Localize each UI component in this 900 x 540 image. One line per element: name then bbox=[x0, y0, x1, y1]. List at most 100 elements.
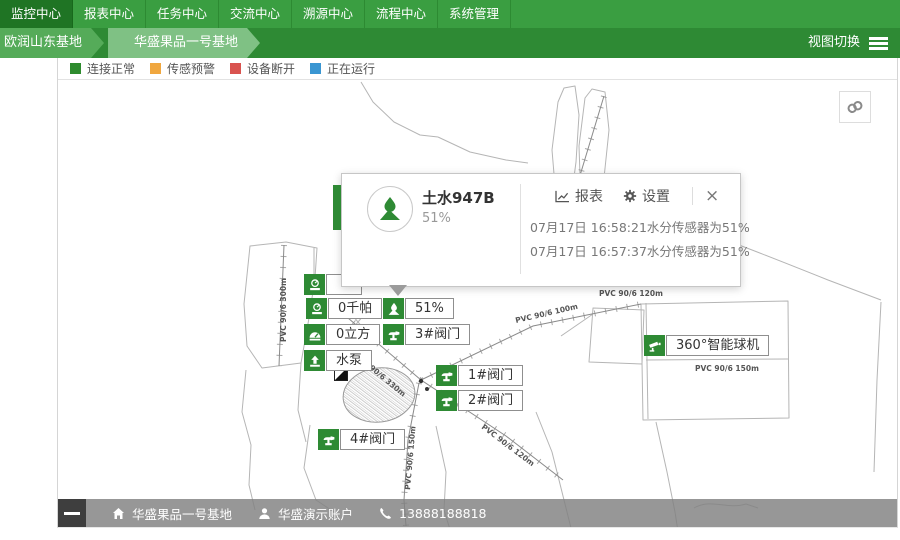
footer-phone-label: 13888188818 bbox=[399, 506, 486, 521]
app-window: 监控中心报表中心任务中心交流中心溯源中心流程中心系统管理 欧润山东基地华盛果品一… bbox=[0, 0, 900, 540]
gear-icon bbox=[623, 189, 637, 203]
breadcrumb-item[interactable]: 华盛果品一号基地 bbox=[108, 28, 260, 58]
valve4-marker[interactable]: 4#阀门 bbox=[318, 429, 405, 450]
top-nav: 监控中心报表中心任务中心交流中心溯源中心流程中心系统管理 bbox=[0, 0, 900, 28]
sensor-log-list: 07月17日 16:58:21水分传感器为51%07月17日 16:57:37水… bbox=[530, 216, 750, 264]
popup-callout-arrow bbox=[389, 285, 407, 296]
close-icon[interactable]: × bbox=[705, 187, 719, 205]
valve2-marker[interactable]: 2#阀门 bbox=[436, 390, 523, 411]
pressure-gauge-icon bbox=[304, 274, 325, 295]
pipe-label: PVC 90/6 150m bbox=[695, 364, 759, 373]
actions-divider bbox=[692, 187, 693, 205]
marker-label: 1#阀门 bbox=[458, 365, 523, 386]
pressure-marker[interactable]: 0千帕 bbox=[306, 298, 382, 319]
valve1-marker[interactable]: 1#阀门 bbox=[436, 365, 523, 386]
soil-moisture-icon bbox=[367, 186, 413, 232]
popup-actions: 报表 设置 × bbox=[555, 186, 719, 206]
status-color-swatch bbox=[310, 63, 321, 74]
valve-icon bbox=[436, 365, 457, 386]
home-icon bbox=[112, 507, 125, 520]
legend-label: 传感预警 bbox=[167, 60, 215, 77]
status-legend: 连接正常 传感预警 设备断开 正在运行 bbox=[58, 58, 897, 80]
device-value: 51% bbox=[422, 211, 451, 226]
breadcrumb-item[interactable]: 欧润山东基地 bbox=[0, 28, 104, 58]
user-icon bbox=[258, 507, 271, 520]
chart-icon bbox=[555, 190, 570, 203]
legend-item: 设备断开 bbox=[230, 60, 295, 77]
menu-icon[interactable] bbox=[869, 37, 888, 52]
footer-bar: 华盛果品一号基地 华盛演示账户 13888188818 bbox=[58, 499, 897, 527]
legend-item: 连接正常 bbox=[70, 60, 135, 77]
pipe-junction bbox=[419, 379, 423, 383]
map-area[interactable]: PVC 90/6 300mPVC 90/6 330mPVC 90/6 100mP… bbox=[58, 80, 897, 527]
status-color-swatch bbox=[150, 63, 161, 74]
status-color-swatch bbox=[70, 63, 81, 74]
footer-base-label: 华盛果品一号基地 bbox=[132, 504, 232, 523]
field-map-canvas[interactable]: PVC 90/6 300mPVC 90/6 330mPVC 90/6 100mP… bbox=[58, 80, 897, 527]
link-button[interactable] bbox=[839, 91, 871, 123]
sensor-log-entry: 07月17日 16:57:37水分传感器为51% bbox=[530, 240, 750, 264]
camera-marker[interactable]: 360°智能球机 bbox=[644, 335, 769, 356]
status-color-swatch bbox=[230, 63, 241, 74]
legend-label: 正在运行 bbox=[327, 60, 375, 77]
marker-label: 3#阀门 bbox=[405, 324, 470, 345]
popup-accent-bar bbox=[333, 185, 341, 230]
pipe-label: PVC 90/6 120m bbox=[599, 289, 663, 298]
pipe-label: PVC 90/6 150m bbox=[403, 426, 418, 491]
pipe-junction bbox=[425, 387, 429, 391]
collapse-button[interactable] bbox=[58, 499, 86, 527]
valve-icon bbox=[383, 324, 404, 345]
nav-tab[interactable]: 系统管理 bbox=[438, 0, 511, 28]
valve-icon bbox=[436, 390, 457, 411]
camera-icon bbox=[644, 335, 665, 356]
nav-tab[interactable]: 报表中心 bbox=[73, 0, 146, 28]
pipe-label: PVC 90/6 120m bbox=[480, 422, 537, 468]
footer-phone[interactable]: 13888188818 bbox=[379, 506, 486, 521]
link-icon bbox=[845, 97, 865, 117]
pressure-gauge-icon bbox=[306, 298, 327, 319]
flow-marker[interactable]: 0立方 bbox=[304, 324, 380, 345]
settings-button[interactable]: 设置 bbox=[623, 186, 670, 206]
footer-base[interactable]: 华盛果品一号基地 bbox=[112, 504, 232, 523]
legend-label: 连接正常 bbox=[87, 60, 135, 77]
legend-item: 传感预警 bbox=[150, 60, 215, 77]
view-switch-button[interactable]: 视图切换 bbox=[808, 28, 860, 58]
valve3-marker[interactable]: 3#阀门 bbox=[383, 324, 470, 345]
flow-meter-icon bbox=[304, 324, 325, 345]
marker-label: 水泵 bbox=[326, 350, 372, 371]
valve-icon bbox=[318, 429, 339, 450]
nav-tab[interactable]: 溯源中心 bbox=[292, 0, 365, 28]
sensor-log-entry: 07月17日 16:58:21水分传感器为51% bbox=[530, 216, 750, 240]
device-popup: 土水947B 51% 报表 设置 × 07月17日 16:58:21水分传感器为… bbox=[341, 173, 741, 287]
breadcrumb: 欧润山东基地华盛果品一号基地 视图切换 bbox=[0, 28, 900, 58]
nav-tab[interactable]: 交流中心 bbox=[219, 0, 292, 28]
marker-label: 0千帕 bbox=[328, 298, 382, 319]
popup-divider bbox=[520, 184, 521, 274]
pipe-label: PVC 90/6 300m bbox=[279, 278, 288, 342]
pump-icon bbox=[304, 350, 325, 371]
settings-label: 设置 bbox=[642, 186, 670, 206]
marker-label: 0立方 bbox=[326, 324, 380, 345]
minus-icon bbox=[64, 512, 80, 515]
phone-icon bbox=[379, 507, 392, 520]
nav-tab[interactable]: 监控中心 bbox=[0, 0, 73, 28]
footer-account-label: 华盛演示账户 bbox=[278, 504, 353, 523]
marker-label: 2#阀门 bbox=[458, 390, 523, 411]
marker-label: 51% bbox=[405, 298, 454, 319]
footer-account[interactable]: 华盛演示账户 bbox=[258, 504, 353, 523]
moisture-marker[interactable]: 51% bbox=[383, 298, 454, 319]
moisture-icon bbox=[383, 298, 404, 319]
report-button[interactable]: 报表 bbox=[555, 186, 603, 206]
nav-tab[interactable]: 流程中心 bbox=[365, 0, 438, 28]
marker-label: 4#阀门 bbox=[340, 429, 405, 450]
content-frame: 连接正常 传感预警 设备断开 正在运行 bbox=[57, 58, 898, 528]
pipe-label: PVC 90/6 100m bbox=[514, 302, 578, 325]
nav-tab[interactable]: 任务中心 bbox=[146, 0, 219, 28]
pump-marker[interactable]: 水泵 bbox=[304, 350, 372, 371]
legend-item: 正在运行 bbox=[310, 60, 375, 77]
device-name: 土水947B bbox=[422, 187, 495, 208]
report-label: 报表 bbox=[575, 186, 603, 206]
marker-label: 360°智能球机 bbox=[666, 335, 769, 356]
legend-label: 设备断开 bbox=[247, 60, 295, 77]
breadcrumb-items: 欧润山东基地华盛果品一号基地 bbox=[0, 28, 900, 58]
